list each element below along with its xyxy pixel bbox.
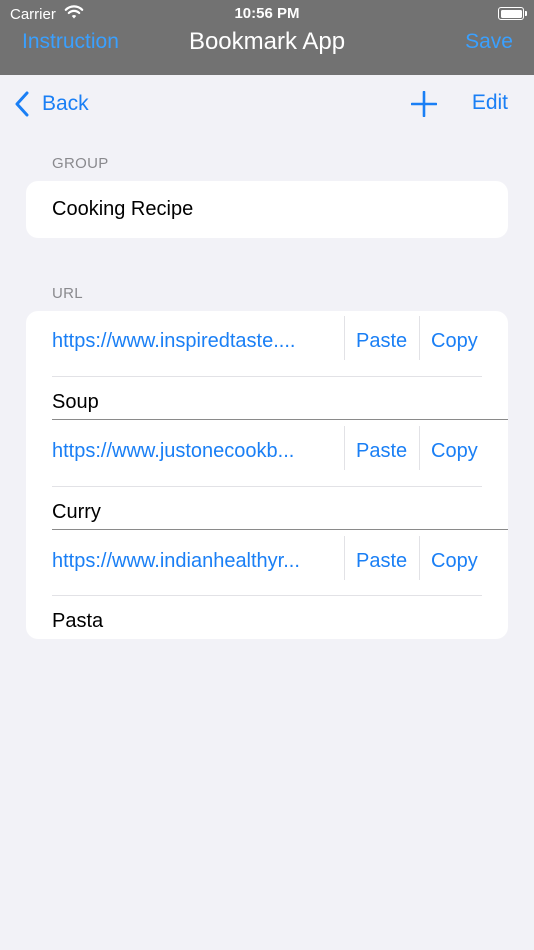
url-link[interactable]: https://www.justonecookb... xyxy=(52,440,342,463)
url-row: https://www.inspiredtaste.... Paste Copy xyxy=(26,316,508,360)
row-divider xyxy=(52,486,482,487)
divider xyxy=(419,536,420,580)
url-link[interactable]: https://www.indianhealthyr... xyxy=(52,550,342,573)
status-bar: Carrier 10:56 PM xyxy=(0,0,534,28)
bookmark-name-field[interactable]: Curry xyxy=(52,501,101,524)
status-time: 10:56 PM xyxy=(234,5,300,22)
divider xyxy=(344,536,345,580)
edit-button[interactable]: Edit xyxy=(472,91,508,115)
copy-button[interactable]: Copy xyxy=(431,330,478,353)
divider xyxy=(419,316,420,360)
group-card: Cooking Recipe xyxy=(26,181,508,238)
url-link[interactable]: https://www.inspiredtaste.... xyxy=(52,330,342,353)
top-app-bar: Carrier 10:56 PM Instruction Bookmark Ap… xyxy=(0,0,534,75)
row-divider xyxy=(52,595,482,596)
url-row: https://www.indianhealthyr... Paste Copy xyxy=(26,536,508,580)
divider xyxy=(344,316,345,360)
bookmark-name-field[interactable]: Soup xyxy=(52,391,99,414)
add-icon[interactable] xyxy=(410,90,438,122)
divider xyxy=(419,426,420,470)
copy-button[interactable]: Copy xyxy=(431,550,478,573)
divider xyxy=(344,426,345,470)
toolbar: Back Edit xyxy=(0,75,534,133)
name-underline xyxy=(52,529,508,530)
paste-button[interactable]: Paste xyxy=(356,550,407,573)
chevron-left-icon xyxy=(15,91,29,117)
back-button[interactable]: Back xyxy=(14,89,89,119)
url-row: https://www.justonecookb... Paste Copy xyxy=(26,426,508,470)
group-name-field[interactable]: Cooking Recipe xyxy=(52,198,193,221)
copy-button[interactable]: Copy xyxy=(431,440,478,463)
battery-icon xyxy=(498,7,527,20)
save-button[interactable]: Save xyxy=(465,30,513,54)
back-label: Back xyxy=(42,92,89,115)
row-divider xyxy=(52,376,482,377)
bookmark-name-field[interactable]: Pasta xyxy=(52,610,103,633)
name-underline xyxy=(52,419,508,420)
url-section-label: URL xyxy=(52,285,83,302)
url-list-card: https://www.inspiredtaste.... Paste Copy… xyxy=(26,311,508,639)
app-title: Bookmark App xyxy=(188,28,346,55)
group-section-label: GROUP xyxy=(52,155,109,172)
paste-button[interactable]: Paste xyxy=(356,440,407,463)
paste-button[interactable]: Paste xyxy=(356,330,407,353)
